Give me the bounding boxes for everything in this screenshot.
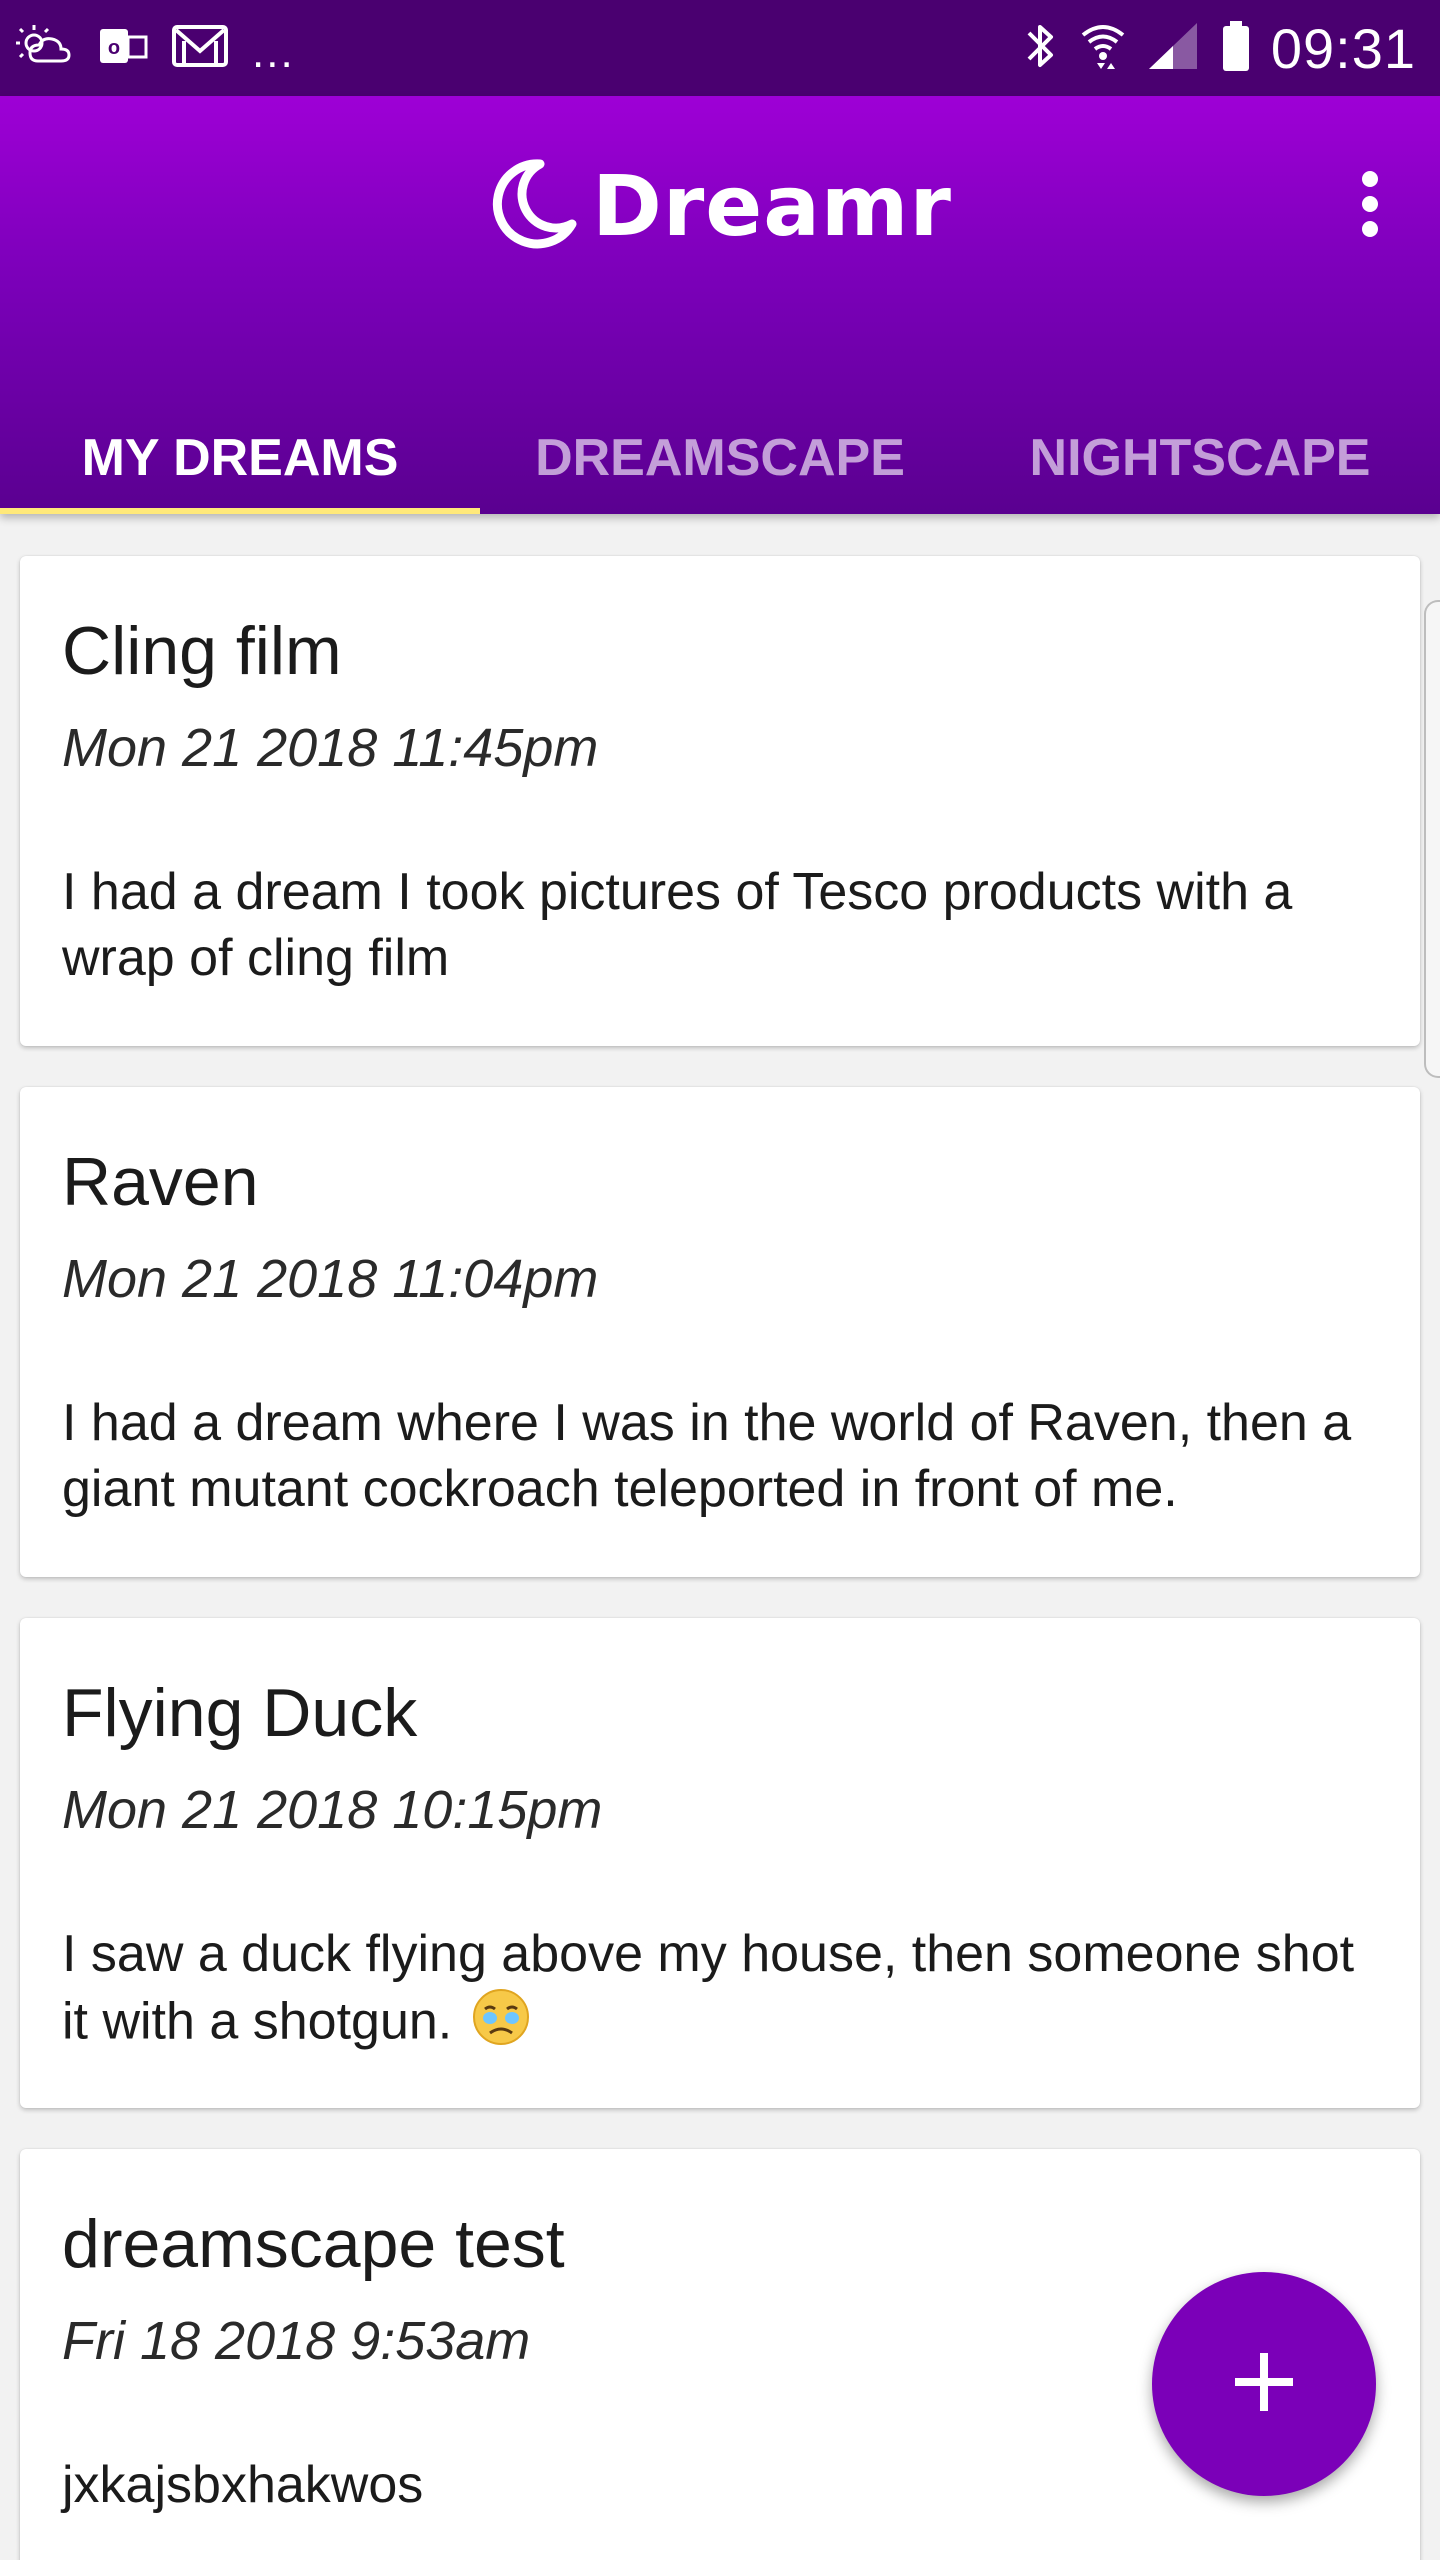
status-time: 09:31	[1270, 16, 1416, 80]
dream-card[interactable]: Raven Mon 21 2018 11:04pm I had a dream …	[20, 1087, 1420, 1577]
dream-title: Cling film	[62, 613, 342, 689]
status-bar: o ... 09:31	[0, 0, 1440, 96]
app-title: Dreamr	[592, 157, 952, 255]
dream-card[interactable]: Cling film Mon 21 2018 11:45pm I had a d…	[20, 556, 1420, 1046]
dream-body-container: I saw a duck flying above my house, then…	[62, 1921, 1378, 2063]
email-icon	[170, 21, 230, 76]
dream-date: Mon 21 2018 11:45pm	[62, 718, 599, 779]
tab-dreamscape[interactable]: DREAMSCAPE	[480, 416, 960, 514]
tab-nightscape[interactable]: NIGHTSCAPE	[960, 416, 1440, 514]
status-bar-right: 09:31	[1003, 16, 1416, 81]
crying-face-icon	[471, 1987, 531, 2063]
dream-body: jxkajsbxhakwos	[62, 2455, 424, 2514]
dream-title: Flying Duck	[62, 1675, 418, 1751]
dream-card[interactable]: Flying Duck Mon 21 2018 10:15pm I saw a …	[20, 1618, 1420, 2108]
outlook-icon: o	[98, 21, 148, 76]
more-vert-icon	[1360, 169, 1380, 244]
app-screen: o ... 09:31 Dreamr MY DREAMS DREAMSCAPE …	[0, 0, 1440, 2560]
dream-body: I had a dream where I was in the world o…	[62, 1393, 1352, 1518]
signal-icon	[1147, 19, 1201, 78]
battery-icon	[1221, 19, 1251, 78]
app-brand: Dreamr	[0, 156, 1440, 256]
moon-icon	[488, 156, 578, 257]
dream-title: Raven	[62, 1144, 259, 1220]
tab-indicator	[0, 508, 480, 514]
dream-date: Mon 21 2018 10:15pm	[62, 1780, 603, 1841]
dream-body: I had a dream I took pictures of Tesco p…	[62, 862, 1293, 987]
app-bar: Dreamr MY DREAMS DREAMSCAPE NIGHTSCAPE	[0, 96, 1440, 514]
bluetooth-icon	[1023, 19, 1059, 78]
add-icon	[1231, 2349, 1297, 2420]
add-dream-button[interactable]	[1152, 2272, 1376, 2496]
dream-body: I saw a duck flying above my house, then…	[62, 1924, 1355, 2051]
svg-text:o: o	[108, 37, 120, 59]
dream-title: dreamscape test	[62, 2206, 565, 2282]
tab-my-dreams[interactable]: MY DREAMS	[0, 416, 480, 514]
edge-panel-handle[interactable]	[1424, 600, 1440, 1078]
wifi-icon	[1079, 19, 1127, 78]
tab-bar: MY DREAMS DREAMSCAPE NIGHTSCAPE	[0, 416, 1440, 514]
status-bar-left: o ...	[16, 21, 317, 76]
overflow-indicator: ...	[252, 28, 295, 77]
overflow-menu-button[interactable]	[1340, 166, 1400, 246]
weather-icon	[16, 21, 76, 76]
dream-date: Mon 21 2018 11:04pm	[62, 1249, 599, 1310]
